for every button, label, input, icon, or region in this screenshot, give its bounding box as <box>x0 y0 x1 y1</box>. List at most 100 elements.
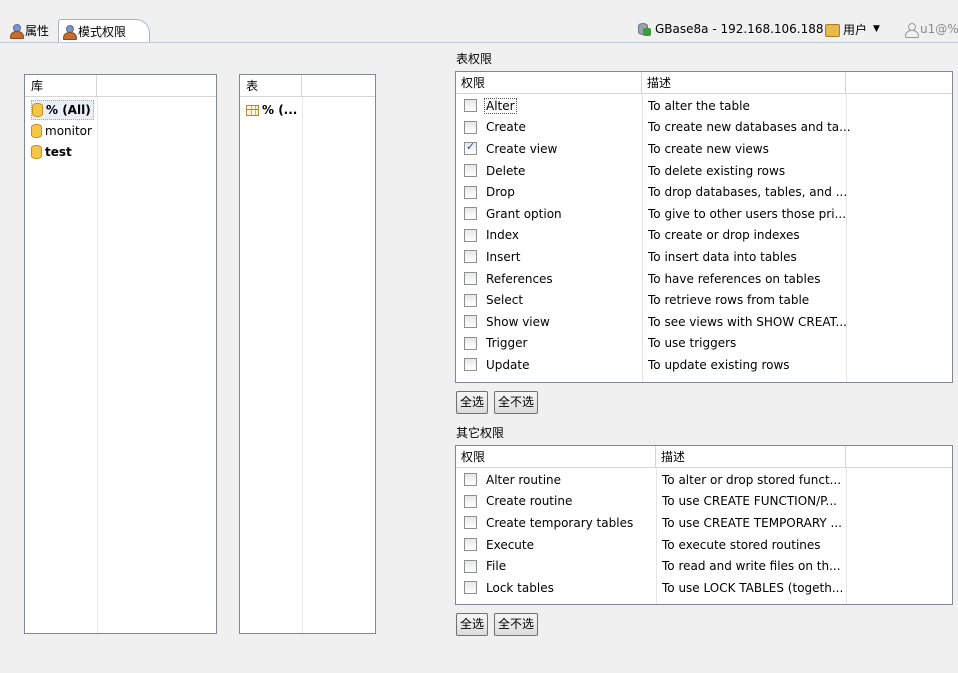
other-privileges-select-all-button[interactable]: 全选 <box>456 613 489 636</box>
privilege-description: To use triggers <box>648 336 737 351</box>
current-user: u1@% <box>905 19 958 39</box>
privilege-checkbox[interactable] <box>464 228 477 242</box>
privilege-checkbox[interactable] <box>464 99 477 113</box>
library-list[interactable]: 库 % (All) monitor test <box>24 74 217 634</box>
privilege-description: To insert data into tables <box>648 249 797 264</box>
privilege-name: File <box>486 559 507 574</box>
privilege-name: Insert <box>486 249 521 264</box>
table-header-cell[interactable]: 表 <box>240 75 302 97</box>
users-icon <box>824 22 840 37</box>
privilege-row[interactable]: Select To retrieve rows from table <box>456 289 952 311</box>
privilege-row[interactable]: Grant option To give to other users those… <box>456 203 952 225</box>
privilege-checkbox[interactable] <box>464 336 477 350</box>
table-item-all[interactable]: % (... <box>246 100 297 120</box>
privilege-name: Lock tables <box>486 580 554 595</box>
privilege-checkbox[interactable] <box>464 315 477 329</box>
privilege-checkbox[interactable] <box>464 164 477 178</box>
privilege-description: To execute stored routines <box>662 537 821 552</box>
user-menu-label: 用户 <box>843 22 868 37</box>
privilege-row[interactable]: Alter To alter the table <box>456 95 952 117</box>
database-connected-icon <box>637 22 651 36</box>
privilege-checkbox[interactable] <box>464 581 477 595</box>
library-item-label: test <box>45 145 72 159</box>
description-column-header[interactable]: 描述 <box>642 72 846 94</box>
privilege-checkbox[interactable] <box>464 120 477 134</box>
privilege-checkbox[interactable] <box>464 538 477 552</box>
library-item-test[interactable]: test <box>31 142 72 162</box>
privilege-description: To alter or drop stored funct... <box>662 472 842 487</box>
privilege-row[interactable]: Insert To insert data into tables <box>456 246 952 268</box>
user-menu-button[interactable]: 用户 ▼ <box>824 19 880 39</box>
privilege-description: To create new views <box>648 141 769 156</box>
privilege-name: Create temporary tables <box>486 515 634 530</box>
table-privileges-select-none-button[interactable]: 全不选 <box>494 391 539 414</box>
current-user-label: u1@% <box>920 22 958 36</box>
privilege-checkbox[interactable] <box>464 250 477 264</box>
privilege-column-header[interactable]: 权限 <box>456 446 656 468</box>
library-header-cell[interactable]: 库 <box>25 75 97 97</box>
privilege-row[interactable]: Create routine To use CREATE FUNCTION/P..… <box>456 491 952 513</box>
privilege-row[interactable]: Show view To see views with SHOW CREAT... <box>456 311 952 333</box>
other-privileges-title: 其它权限 <box>456 426 505 440</box>
table-list[interactable]: 表 % (... <box>239 74 376 634</box>
privilege-description: To have references on tables <box>648 271 821 286</box>
table-panel: 表 % (... <box>233 56 378 640</box>
privilege-row[interactable]: Update To update existing rows <box>456 354 952 376</box>
privilege-description: To read and write files on th... <box>662 559 841 574</box>
connection-indicator: GBase8a - 192.168.106.188 <box>637 19 824 39</box>
library-item-monitor[interactable]: monitor <box>31 121 92 141</box>
privilege-column-header[interactable]: 权限 <box>456 72 642 94</box>
privilege-description: To use LOCK TABLES (togeth... <box>662 580 844 595</box>
table-grid-icon <box>246 104 259 116</box>
privilege-name: Create <box>486 120 526 135</box>
privilege-description: To create or drop indexes <box>648 228 800 243</box>
privilege-checkbox[interactable] <box>464 185 477 199</box>
library-item-all[interactable]: % (All) <box>31 100 94 120</box>
privilege-row[interactable]: References To have references on tables <box>456 268 952 290</box>
tab-properties[interactable]: 属性 <box>6 19 60 42</box>
privilege-row[interactable]: Index To create or drop indexes <box>456 225 952 247</box>
database-icon <box>31 124 42 138</box>
privilege-description: To give to other users those pri... <box>648 206 847 221</box>
privilege-checkbox[interactable] <box>464 494 477 508</box>
privilege-row[interactable]: Lock tables To use LOCK TABLES (togeth... <box>456 577 952 599</box>
privilege-row[interactable]: Create view To create new views <box>456 138 952 160</box>
privilege-checkbox[interactable] <box>464 140 477 156</box>
table-item-label: % (... <box>262 103 298 117</box>
privilege-checkbox[interactable] <box>464 473 477 487</box>
privilege-description: To create new databases and ta... <box>648 120 851 135</box>
privilege-description: To delete existing rows <box>648 163 786 178</box>
privilege-checkbox[interactable] <box>464 272 477 286</box>
privilege-row[interactable]: Execute To execute stored routines <box>456 534 952 556</box>
privilege-description: To use CREATE TEMPORARY ... <box>662 515 842 530</box>
privilege-name: Index <box>486 228 520 243</box>
privilege-row[interactable]: Trigger To use triggers <box>456 333 952 355</box>
table-list-header: 表 <box>240 75 375 97</box>
privilege-row[interactable]: Alter routine To alter or drop stored fun… <box>456 469 952 491</box>
other-privileges-grid: 权限 描述 Alter routine To alter or drop stor… <box>455 445 953 605</box>
privilege-checkbox[interactable] <box>464 358 477 372</box>
privilege-row[interactable]: Create temporary tables To use CREATE TEM… <box>456 512 952 534</box>
other-privileges-select-none-button[interactable]: 全不选 <box>494 613 539 636</box>
library-panel: 库 % (All) monitor test <box>18 56 221 640</box>
privilege-row[interactable]: Create To create new databases and ta... <box>456 117 952 139</box>
privilege-checkbox[interactable] <box>464 207 477 221</box>
privilege-name: Create routine <box>486 494 573 509</box>
privilege-row[interactable]: Drop To drop databases, tables, and ... <box>456 181 952 203</box>
top-bar: 属性 模式权限 GBase8a - 192.168.106.188 用户 ▼ u… <box>0 0 958 44</box>
description-column-header[interactable]: 描述 <box>656 446 846 468</box>
library-list-header: 库 <box>25 75 216 97</box>
privilege-checkbox[interactable] <box>464 516 477 530</box>
privilege-name: Select <box>486 293 524 308</box>
privilege-name: Alter routine <box>486 472 562 487</box>
privilege-row[interactable]: Delete To delete existing rows <box>456 160 952 182</box>
privilege-description: To retrieve rows from table <box>648 293 810 308</box>
privilege-checkbox[interactable] <box>464 293 477 307</box>
tab-schema-privileges[interactable]: 模式权限 <box>58 19 150 42</box>
table-privileges-select-all-button[interactable]: 全选 <box>456 391 489 414</box>
privilege-checkbox[interactable] <box>464 559 477 573</box>
connection-label: GBase8a - 192.168.106.188 <box>655 22 824 36</box>
privilege-row[interactable]: File To read and write files on th... <box>456 555 952 577</box>
database-icon <box>32 103 43 117</box>
user-outline-icon <box>905 22 919 38</box>
